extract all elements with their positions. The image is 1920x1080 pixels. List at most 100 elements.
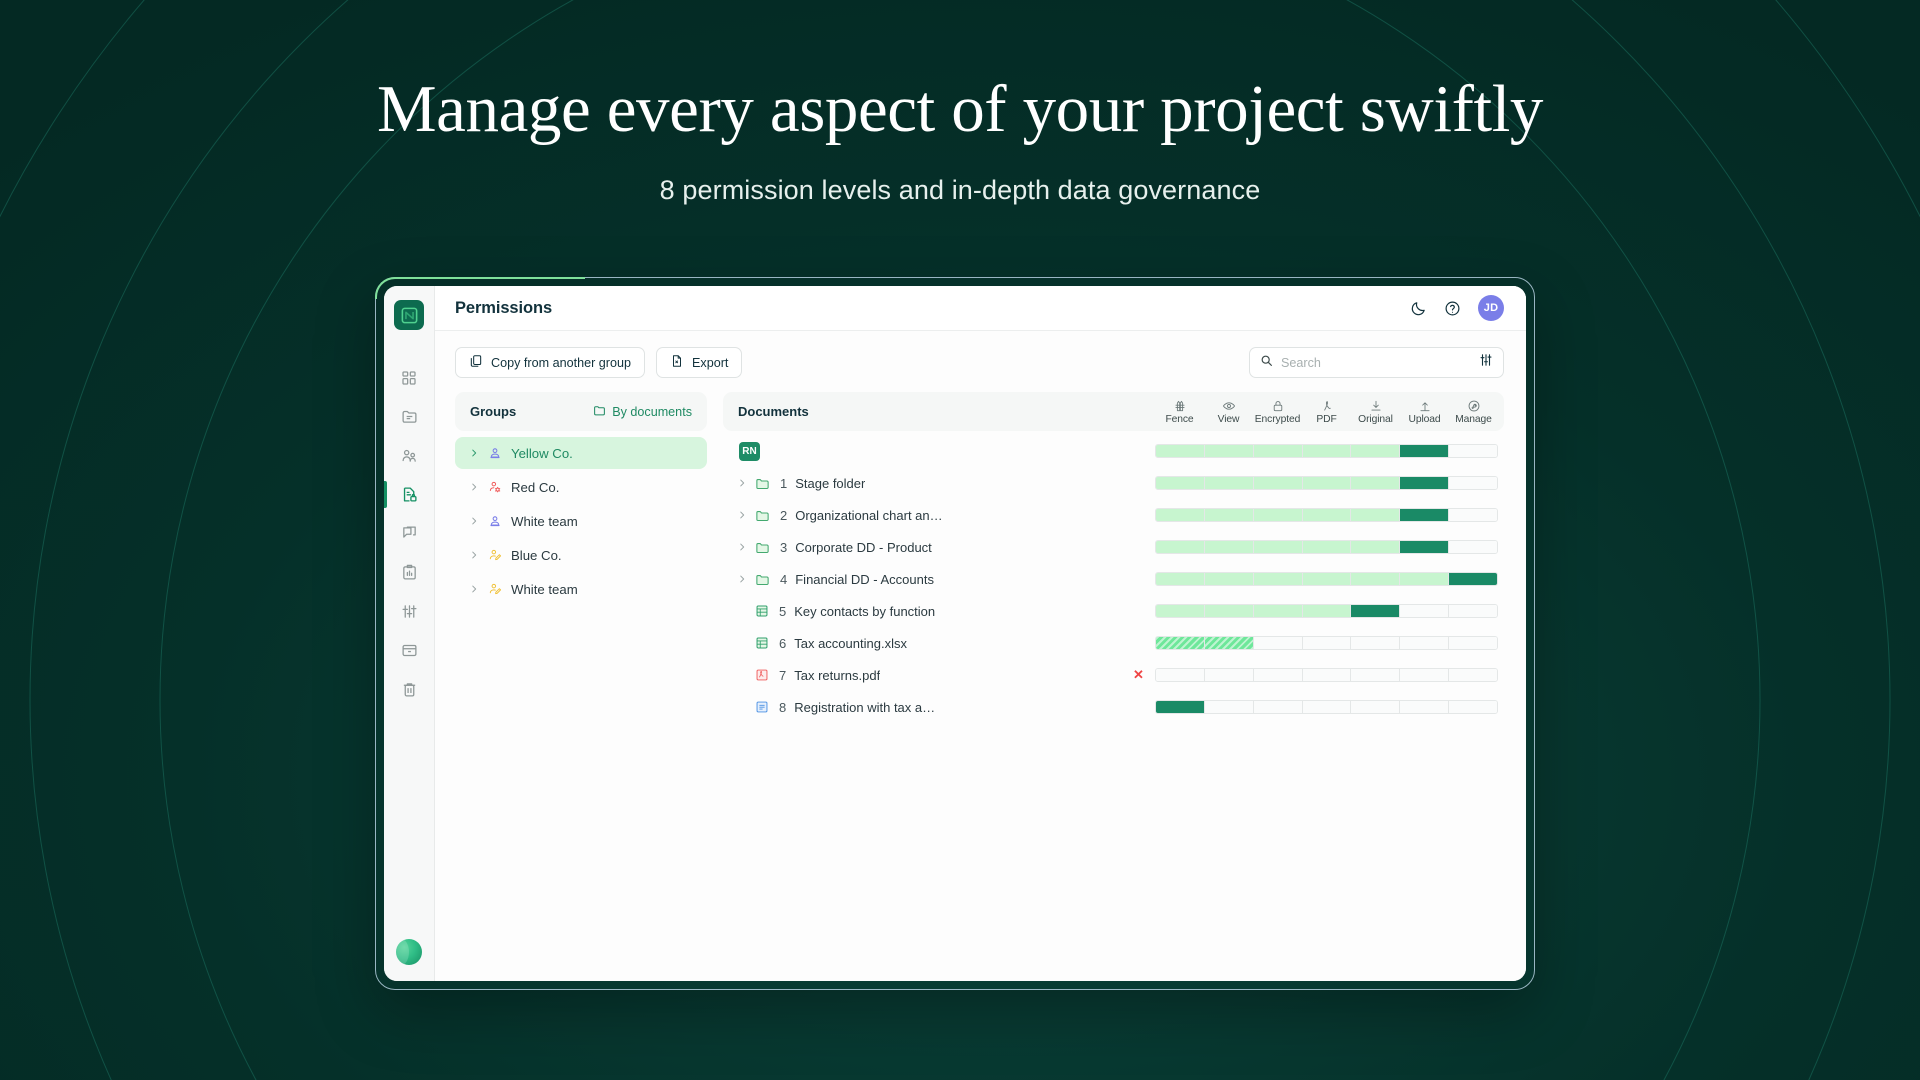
permission-segment[interactable] [1449, 701, 1497, 713]
permission-segment[interactable] [1351, 509, 1400, 521]
permission-segment[interactable] [1254, 605, 1303, 617]
table-row[interactable]: 6Tax accounting.xlsx [723, 627, 1504, 659]
permission-segment[interactable] [1205, 701, 1254, 713]
rail-item-dashboard-grid-icon[interactable] [384, 358, 434, 397]
chevron-right-icon[interactable] [469, 448, 479, 458]
permission-segment[interactable] [1351, 701, 1400, 713]
permission-segment[interactable] [1449, 477, 1497, 489]
permission-bar[interactable] [1155, 700, 1498, 714]
by-documents-toggle[interactable]: By documents [593, 404, 692, 420]
permission-bar[interactable] [1155, 572, 1498, 586]
export-button[interactable]: Export [656, 347, 742, 378]
copy-from-another-group-button[interactable]: Copy from another group [455, 347, 645, 378]
permission-segment[interactable] [1400, 605, 1449, 617]
permission-segment[interactable] [1254, 477, 1303, 489]
permission-segment[interactable] [1303, 637, 1352, 649]
permission-segment[interactable] [1303, 541, 1352, 553]
rail-item-trash-bin-icon[interactable] [384, 670, 434, 709]
permission-segment[interactable] [1303, 477, 1352, 489]
chevron-right-icon[interactable] [737, 574, 747, 584]
app-logo-icon[interactable] [394, 300, 424, 330]
moon-icon[interactable] [1410, 300, 1427, 317]
permission-segment[interactable] [1351, 573, 1400, 585]
permission-segment[interactable] [1303, 573, 1352, 585]
permission-segment[interactable] [1156, 445, 1205, 457]
table-row[interactable]: 1Stage folder [723, 467, 1504, 499]
permission-segment[interactable] [1156, 477, 1205, 489]
question-circle-icon[interactable] [1444, 300, 1461, 317]
rail-user-profile-avatar[interactable] [396, 939, 422, 965]
permission-segment[interactable] [1351, 605, 1400, 617]
search-bar[interactable] [1249, 347, 1504, 378]
permission-segment[interactable] [1400, 669, 1449, 681]
group-list-item[interactable]: White team [455, 505, 707, 537]
rail-item-sliders-settings-icon[interactable] [384, 592, 434, 631]
permission-column-header[interactable]: Manage [1449, 399, 1498, 425]
permission-column-header[interactable]: Upload [1400, 399, 1449, 425]
chevron-right-icon[interactable] [469, 584, 479, 594]
permission-segment[interactable] [1400, 573, 1449, 585]
permission-bar[interactable] [1155, 444, 1498, 458]
permission-segment[interactable] [1351, 445, 1400, 457]
permission-column-header[interactable]: Original [1351, 399, 1400, 425]
permission-segment[interactable] [1449, 669, 1497, 681]
permission-segment[interactable] [1351, 477, 1400, 489]
permission-segment[interactable] [1351, 637, 1400, 649]
permission-segment[interactable] [1205, 541, 1254, 553]
permission-bar[interactable] [1155, 508, 1498, 522]
permission-segment[interactable] [1449, 509, 1497, 521]
permission-bar[interactable] [1155, 540, 1498, 554]
search-input[interactable] [1281, 356, 1471, 370]
permission-segment[interactable] [1254, 509, 1303, 521]
avatar[interactable]: JD [1478, 295, 1504, 321]
table-row[interactable]: 8Registration with tax a… [723, 691, 1504, 723]
filter-sliders-icon[interactable] [1479, 353, 1493, 372]
permission-segment[interactable] [1449, 605, 1497, 617]
permission-segment[interactable] [1400, 445, 1449, 457]
permission-segment[interactable] [1254, 541, 1303, 553]
table-row[interactable]: 4Financial DD - Accounts [723, 563, 1504, 595]
permission-bar[interactable] [1155, 668, 1498, 682]
permission-segment[interactable] [1205, 605, 1254, 617]
permission-segment[interactable] [1156, 637, 1205, 649]
permission-segment[interactable] [1400, 477, 1449, 489]
table-row[interactable]: 7Tax returns.pdf✕ [723, 659, 1504, 691]
rail-item-clipboard-report-icon[interactable] [384, 553, 434, 592]
group-list-item[interactable]: Blue Co. [455, 539, 707, 571]
chevron-right-icon[interactable] [737, 542, 747, 552]
permission-segment[interactable] [1303, 445, 1352, 457]
permission-segment[interactable] [1449, 573, 1497, 585]
permission-column-header[interactable]: Fence [1155, 399, 1204, 425]
rail-item-chat-copy-icon[interactable] [384, 514, 434, 553]
chevron-right-icon[interactable] [469, 550, 479, 560]
permission-segment[interactable] [1449, 541, 1497, 553]
permission-segment[interactable] [1303, 605, 1352, 617]
chevron-right-icon[interactable] [737, 478, 747, 488]
permission-column-header[interactable]: View [1204, 399, 1253, 425]
permission-segment[interactable] [1254, 637, 1303, 649]
permission-bar[interactable] [1155, 604, 1498, 618]
group-list-item[interactable]: Yellow Co. [455, 437, 707, 469]
permission-column-header[interactable]: PDF [1302, 399, 1351, 425]
chevron-right-icon[interactable] [737, 510, 747, 520]
permission-segment[interactable] [1303, 509, 1352, 521]
rail-item-archive-box-icon[interactable] [384, 631, 434, 670]
group-list-item[interactable]: Red Co. [455, 471, 707, 503]
permission-segment[interactable] [1156, 605, 1205, 617]
permission-segment[interactable] [1254, 445, 1303, 457]
permission-segment[interactable] [1449, 637, 1497, 649]
permission-segment[interactable] [1351, 541, 1400, 553]
table-row[interactable]: 5Key contacts by function [723, 595, 1504, 627]
permission-bar[interactable] [1155, 476, 1498, 490]
group-list-item[interactable]: White team [455, 573, 707, 605]
permission-segment[interactable] [1303, 669, 1352, 681]
permission-segment[interactable] [1156, 701, 1205, 713]
table-row[interactable]: 3Corporate DD - Product [723, 531, 1504, 563]
chevron-right-icon[interactable] [469, 516, 479, 526]
permission-segment[interactable] [1400, 701, 1449, 713]
permission-column-header[interactable]: Encrypted [1253, 399, 1302, 425]
permission-segment[interactable] [1156, 541, 1205, 553]
permission-segment[interactable] [1205, 445, 1254, 457]
permission-bar[interactable] [1155, 636, 1498, 650]
documents-root-row[interactable]: RN [723, 435, 1504, 467]
